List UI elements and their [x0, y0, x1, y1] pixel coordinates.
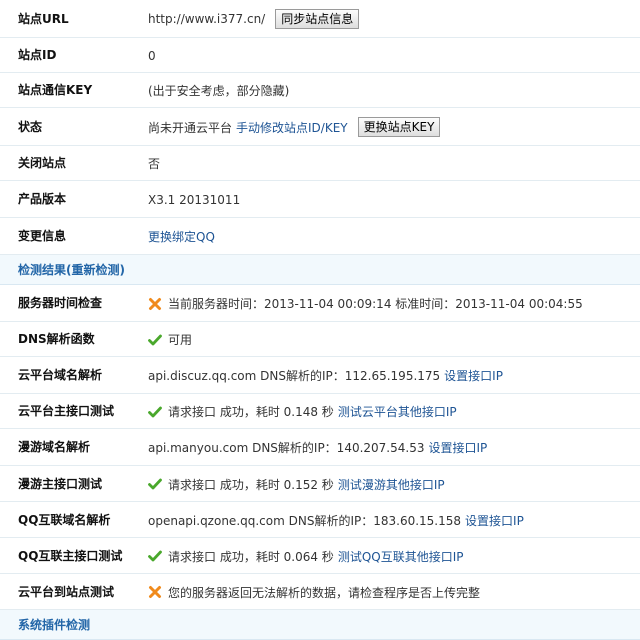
check-results-list: 服务器时间检查 当前服务器时间：2013-11-04 00:09:14 标准时间：…: [0, 285, 640, 610]
change-info-label: 变更信息: [18, 229, 67, 243]
close-site-value: 否: [148, 157, 161, 171]
check-row-text: api.discuz.qq.com DNS解析的IP：112.65.195.17…: [148, 369, 441, 383]
check-results-title[interactable]: 检测结果(重新检测): [18, 263, 125, 277]
check-row-text: 请求接口 成功，耗时 0.148 秒: [168, 405, 334, 419]
check-row-text: 请求接口 成功，耗时 0.152 秒: [168, 477, 334, 492]
site-url-label: 站点URL: [18, 12, 69, 26]
check-row-value: 您的服务器返回无法解析的数据，请检查程序是否上传完整: [148, 574, 480, 610]
site-key-value: (出于安全考虑，部分隐藏): [148, 84, 290, 98]
site-key-label: 站点通信KEY: [18, 83, 93, 97]
check-row-label: 服务器时间检查: [18, 296, 103, 310]
check-row-link[interactable]: 测试云平台其他接口IP: [338, 403, 457, 420]
check-row-value: 请求接口 成功，耗时 0.152 秒测试漫游其他接口IP: [148, 466, 445, 502]
check-row-text: 请求接口 成功，耗时 0.064 秒: [168, 549, 334, 564]
site-id-label: 站点ID: [18, 48, 57, 62]
check-row-text: 当前服务器时间：2013-11-04 00:09:14 标准时间：2013-11…: [168, 297, 583, 311]
site-url-value-wrap: http://www.i377.cn/ 同步站点信息: [148, 0, 360, 38]
error-x-icon: [148, 297, 162, 311]
success-check-icon: [148, 405, 162, 419]
check-row: QQ互联主接口测试 请求接口 成功，耗时 0.064 秒测试QQ互联其他接口IP: [0, 538, 640, 574]
success-check-icon: [148, 333, 162, 347]
close-site-row: 关闭站点 否: [0, 146, 640, 181]
site-url-row: 站点URL http://www.i377.cn/ 同步站点信息: [0, 0, 640, 38]
check-row-value: 请求接口 成功，耗时 0.064 秒测试QQ互联其他接口IP: [148, 538, 463, 574]
check-row-label: 漫游主接口测试: [18, 477, 103, 491]
success-check-icon: [148, 549, 162, 563]
check-row-link[interactable]: 测试QQ互联其他接口IP: [338, 548, 464, 565]
check-row: 漫游主接口测试 请求接口 成功，耗时 0.152 秒测试漫游其他接口IP: [0, 466, 640, 502]
check-row-text: 您的服务器返回无法解析的数据，请检查程序是否上传完整: [168, 585, 481, 600]
check-row-text: 可用: [168, 333, 193, 347]
check-row-text: openapi.qzone.qq.com DNS解析的IP：183.60.15.…: [148, 513, 462, 528]
check-row: 服务器时间检查 当前服务器时间：2013-11-04 00:09:14 标准时间：…: [0, 285, 640, 322]
status-value-wrap: 尚未开通云平台 手动修改站点ID/KEY 更换站点KEY: [148, 108, 441, 146]
edit-site-id-key-link[interactable]: 手动修改站点ID/KEY: [236, 119, 348, 136]
version-value: X3.1 20131011: [148, 192, 241, 207]
check-row-label: 漫游域名解析: [18, 440, 91, 454]
site-url-value: http://www.i377.cn/: [148, 12, 266, 26]
check-row-text: api.manyou.com DNS解析的IP：140.207.54.53: [148, 441, 425, 455]
check-row-link[interactable]: 设置接口IP: [428, 439, 487, 456]
status-row: 状态 尚未开通云平台 手动修改站点ID/KEY 更换站点KEY: [0, 108, 640, 146]
site-info-table: 站点URL http://www.i377.cn/ 同步站点信息 站点ID 0 …: [0, 0, 640, 640]
site-id-value: 0: [148, 48, 156, 63]
change-info-value-wrap: 更换绑定QQ: [148, 218, 215, 255]
check-row: DNS解析函数 可用: [0, 322, 640, 357]
check-row: 云平台到站点测试 您的服务器返回无法解析的数据，请检查程序是否上传完整: [0, 574, 640, 610]
success-check-icon: [148, 477, 162, 491]
check-row-value: api.discuz.qq.com DNS解析的IP：112.65.195.17…: [148, 357, 503, 394]
check-row-value: 当前服务器时间：2013-11-04 00:09:14 标准时间：2013-11…: [148, 285, 583, 322]
check-row-value: openapi.qzone.qq.com DNS解析的IP：183.60.15.…: [148, 502, 524, 538]
change-info-row: 变更信息 更换绑定QQ: [0, 218, 640, 255]
status-value: 尚未开通云平台: [148, 120, 233, 135]
change-site-key-button[interactable]: 更换站点KEY: [357, 117, 441, 137]
rebind-qq-link[interactable]: 更换绑定QQ: [148, 228, 215, 245]
check-row-label: QQ互联主接口测试: [18, 549, 123, 563]
check-row: 云平台主接口测试 请求接口 成功，耗时 0.148 秒测试云平台其他接口IP: [0, 394, 640, 429]
error-x-icon: [148, 585, 162, 599]
version-row: 产品版本 X3.1 20131011: [0, 181, 640, 218]
check-row: 云平台域名解析 api.discuz.qq.com DNS解析的IP：112.65…: [0, 357, 640, 394]
check-row-value: 可用: [148, 322, 192, 357]
check-row-link[interactable]: 测试漫游其他接口IP: [338, 476, 445, 493]
version-label: 产品版本: [18, 192, 67, 206]
site-key-row: 站点通信KEY (出于安全考虑，部分隐藏): [0, 73, 640, 108]
check-row-label: 云平台主接口测试: [18, 404, 115, 418]
check-row: QQ互联域名解析 openapi.qzone.qq.com DNS解析的IP：18…: [0, 502, 640, 538]
check-results-section-header[interactable]: 检测结果(重新检测): [0, 255, 640, 285]
check-row: 漫游域名解析 api.manyou.com DNS解析的IP：140.207.54…: [0, 429, 640, 466]
check-row-label: DNS解析函数: [18, 332, 95, 346]
close-site-label: 关闭站点: [18, 156, 67, 170]
check-row-value: 请求接口 成功，耗时 0.148 秒测试云平台其他接口IP: [148, 394, 457, 429]
check-row-label: QQ互联域名解析: [18, 513, 111, 527]
check-row-label: 云平台域名解析: [18, 368, 103, 382]
plugin-check-title: 系统插件检测: [18, 618, 91, 632]
check-row-link[interactable]: 设置接口IP: [444, 367, 503, 384]
sync-site-info-button[interactable]: 同步站点信息: [275, 9, 360, 29]
status-label: 状态: [18, 120, 43, 134]
site-id-row: 站点ID 0: [0, 38, 640, 73]
plugin-check-section-header: 系统插件检测: [0, 610, 640, 640]
check-row-link[interactable]: 设置接口IP: [465, 512, 524, 529]
check-row-value: api.manyou.com DNS解析的IP：140.207.54.53 设置接…: [148, 429, 487, 466]
check-row-label: 云平台到站点测试: [18, 585, 115, 599]
